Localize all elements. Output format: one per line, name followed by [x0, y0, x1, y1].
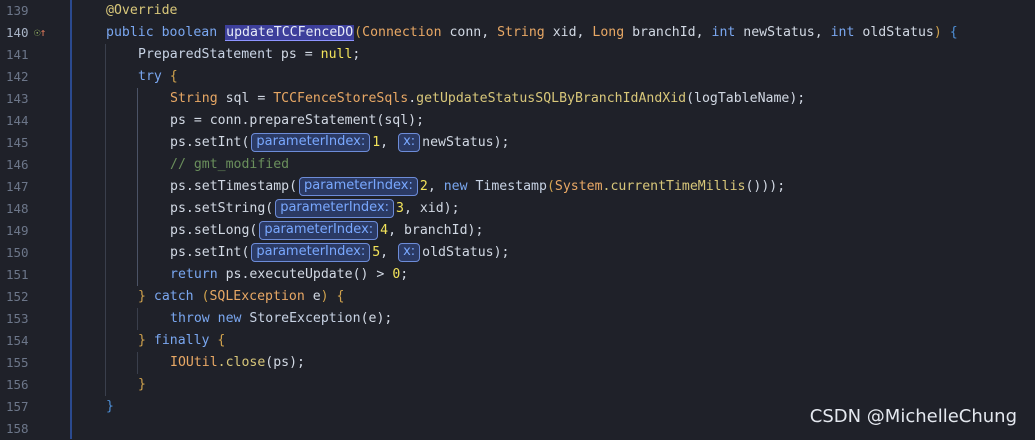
code-line-154: } finally {	[138, 333, 226, 348]
line-number: 146	[6, 157, 29, 172]
line-number: 157	[6, 399, 29, 414]
parameter-hint: x:	[398, 243, 421, 262]
line-number: 143	[6, 91, 29, 106]
code-line-139: @Override	[106, 3, 178, 18]
line-number: 139	[6, 3, 29, 18]
line-number: 150	[6, 245, 29, 260]
code-line-150: ps.setInt(parameterIndex: 5, x: oldStatus)…	[170, 243, 510, 262]
line-number: 145	[6, 135, 29, 150]
line-number: 156	[6, 377, 29, 392]
parameter-hint: parameterIndex:	[251, 133, 371, 152]
code-line-155: IOUtil.close(ps);	[170, 355, 305, 370]
line-number: 154	[6, 333, 29, 348]
code-line-151: return ps.executeUpdate() > 0;	[170, 267, 409, 282]
line-number: 147	[6, 179, 29, 194]
parameter-hint: x:	[398, 133, 421, 152]
indent-guide	[137, 352, 138, 374]
parameter-hint: parameterIndex:	[275, 199, 395, 218]
indent-guide	[137, 88, 138, 286]
line-number: 141	[6, 47, 29, 62]
line-number: 158	[6, 421, 29, 436]
code-line-144: ps = conn.prepareStatement(sql);	[170, 113, 425, 128]
line-number: 148	[6, 201, 29, 216]
line-number: 151	[6, 267, 29, 282]
code-line-145: ps.setInt(parameterIndex: 1, x: newStatus)…	[170, 133, 510, 152]
code-line-141: PreparedStatement ps = null;	[138, 47, 361, 62]
code-line-147: ps.setTimestamp(parameterIndex: 2, new Ti…	[170, 177, 786, 196]
indent-guide	[105, 44, 106, 396]
parameter-hint: parameterIndex:	[259, 221, 379, 240]
line-number: 149	[6, 223, 29, 238]
code-line-149: ps.setLong(parameterIndex: 4, branchId);	[170, 221, 484, 240]
code-line-148: ps.setString(parameterIndex: 3, xid);	[170, 199, 460, 218]
line-number: 144	[6, 113, 29, 128]
code-line-152: } catch (SQLException e) {	[138, 289, 345, 304]
code-line-153: throw new StoreException(e);	[170, 311, 393, 326]
code-line-146: // gmt_modified	[170, 157, 290, 172]
code-line-143: String sql = TCCFenceStoreSqls.getUpdate…	[170, 91, 806, 106]
parameter-hint: parameterIndex:	[251, 243, 371, 262]
line-number: 142	[6, 69, 29, 84]
code-line-156: }	[138, 377, 146, 392]
line-number: 152	[6, 289, 29, 304]
gutter-separator	[70, 0, 72, 439]
implemented-up-arrow-icon[interactable]: ↑	[40, 26, 47, 39]
line-number: 153	[6, 311, 29, 326]
code-line-157: }	[106, 399, 114, 414]
parameter-hint: parameterIndex:	[299, 177, 418, 196]
code-line-140: public boolean updateTCCFenceDO(Connecti…	[106, 25, 958, 41]
line-number: 155	[6, 355, 29, 370]
line-number-gutter: 139 140 141 142 143 144 145 146 147 148 …	[0, 0, 70, 439]
code-editor[interactable]: 139 140 141 142 143 144 145 146 147 148 …	[0, 0, 1035, 439]
method-name-highlight: updateTCCFenceDO	[225, 25, 355, 41]
indent-guide	[137, 308, 138, 330]
code-line-142: try {	[138, 69, 178, 84]
watermark-text: CSDN @MichelleChung	[809, 406, 1017, 427]
gutter-markers[interactable]: ☉↑	[34, 22, 47, 44]
